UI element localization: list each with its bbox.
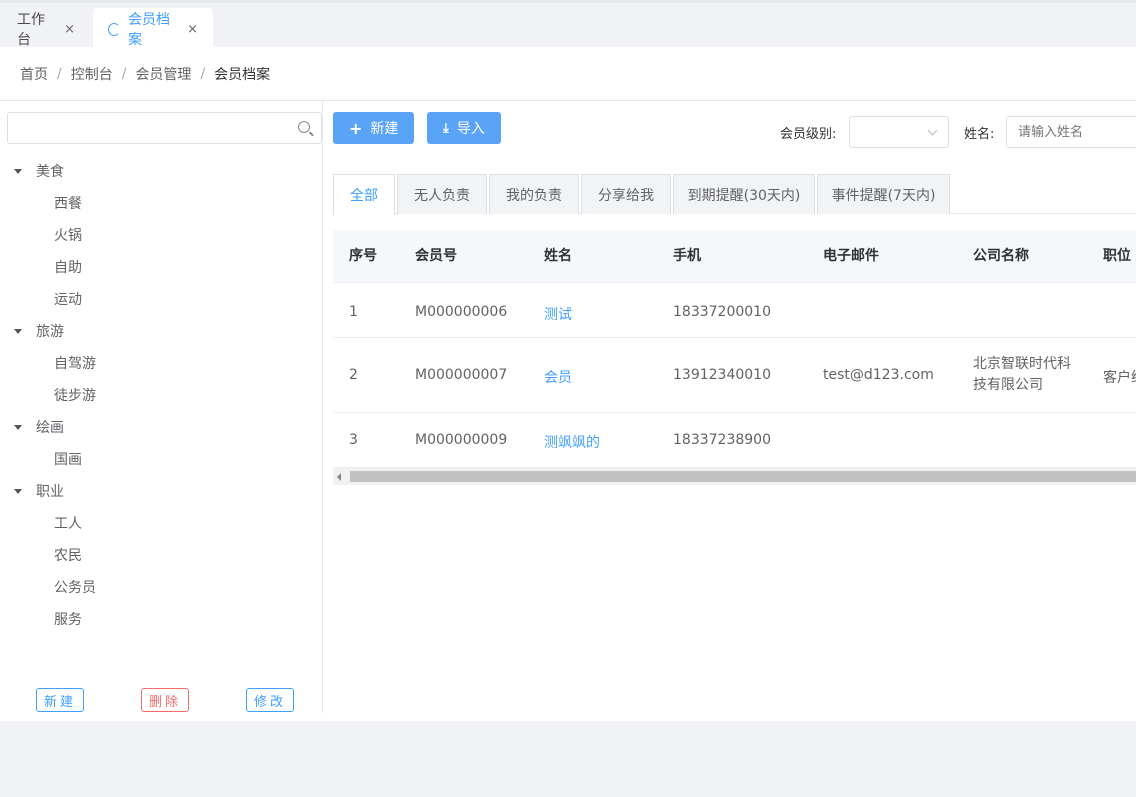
- cell-phone: 13912340010: [673, 367, 771, 383]
- tree-node-leaf[interactable]: 自助: [0, 251, 322, 283]
- tree-node-label: 绘画: [36, 420, 64, 436]
- column-header: 序号: [349, 248, 377, 264]
- cell-member-no: M000000009: [415, 432, 508, 448]
- new-member-button[interactable]: + 新建: [333, 112, 415, 144]
- tab-workbench[interactable]: 工作台 ×: [2, 8, 90, 50]
- button-label: 新建: [370, 121, 399, 137]
- main-panel: 美食西餐 火锅 自助 运动旅游自驾游 徒步游绘画国画职业工人 农民 公务员 服务 新建 删除 …: [0, 101, 1136, 721]
- horizontal-scrollbar[interactable]: [333, 468, 1136, 485]
- tree-node-leaf[interactable]: 运动: [0, 283, 322, 315]
- cell-member-no: M000000006: [415, 304, 508, 320]
- tab-label: 工作台: [17, 12, 45, 48]
- breadcrumb-current: 会员档案: [214, 66, 271, 83]
- cell-email: test@d123.com: [823, 367, 934, 383]
- breadcrumb-member-mgmt[interactable]: 会员管理: [135, 64, 191, 84]
- tab-event-reminder[interactable]: 事件提醒(7天内): [817, 174, 950, 214]
- cell-company: 北京智联时代科技有限公司: [973, 356, 1071, 393]
- cell-index: 3: [349, 432, 358, 448]
- cell-name-link[interactable]: 会员: [544, 367, 572, 387]
- tree-node-leaf[interactable]: 火锅: [0, 219, 322, 251]
- breadcrumb-separator: /: [200, 65, 206, 82]
- tree-edit-button[interactable]: 修改: [246, 688, 295, 712]
- tab-member-archive[interactable]: 会员档案 ×: [93, 8, 213, 50]
- tab-unassigned[interactable]: 无人负责: [397, 174, 487, 214]
- tab-all[interactable]: 全部: [333, 174, 395, 215]
- cell-member-no: M000000007: [415, 367, 508, 383]
- column-header: 电子邮件: [823, 248, 879, 264]
- filter-tabs: 全部 无人负责 我的负责 分享给我 到期提醒(30天内) 事件提醒(7天内): [333, 174, 1136, 215]
- breadcrumb-console[interactable]: 控制台: [71, 64, 113, 84]
- tab-expiry-reminder[interactable]: 到期提醒(30天内): [673, 174, 815, 214]
- breadcrumb: 首页 / 控制台 / 会员管理 / 会员档案: [0, 47, 1136, 101]
- tree-create-button[interactable]: 新建: [36, 688, 85, 712]
- tree-search-input[interactable]: [7, 112, 322, 144]
- caret-down-icon[interactable]: [14, 488, 22, 494]
- cell-index: 2: [349, 367, 358, 383]
- tree-node-leaf[interactable]: 工人: [0, 507, 322, 539]
- name-label: 姓名:: [964, 127, 995, 142]
- column-header: 会员号: [415, 248, 457, 264]
- member-table: 序号 会员号 姓名 手机 电子邮件 公司名称 职位 1 M000000006 测…: [333, 230, 1136, 485]
- download-icon: ⤓: [443, 120, 449, 136]
- table-row[interactable]: 3 M000000009 测飒飒的 18337238900: [333, 413, 1136, 468]
- tree-node-group[interactable]: 职业: [0, 475, 322, 507]
- cell-position: 客户经理: [1103, 370, 1136, 386]
- tab-bar: 工作台 × 会员档案 ×: [0, 0, 1136, 50]
- scroll-left-icon[interactable]: [337, 473, 341, 481]
- tree-node-group[interactable]: 绘画: [0, 411, 322, 443]
- table-header: 序号 会员号 姓名 手机 电子邮件 公司名称 职位: [333, 230, 1136, 283]
- caret-down-icon[interactable]: [14, 168, 22, 174]
- tree-node-group[interactable]: 美食: [0, 155, 322, 187]
- refresh-icon[interactable]: [108, 22, 121, 36]
- button-label: 导入: [456, 121, 485, 137]
- member-level-select[interactable]: [849, 116, 949, 148]
- plus-icon: +: [349, 118, 363, 138]
- cell-phone: 18337238900: [673, 432, 771, 448]
- tree-node-leaf[interactable]: 国画: [0, 443, 322, 475]
- column-header: 公司名称: [973, 248, 1029, 264]
- breadcrumb-home[interactable]: 首页: [20, 64, 48, 84]
- category-tree: 美食西餐 火锅 自助 运动旅游自驾游 徒步游绘画国画职业工人 农民 公务员 服务: [0, 155, 322, 635]
- import-button[interactable]: ⤓ 导入: [427, 112, 501, 144]
- caret-down-icon[interactable]: [14, 424, 22, 430]
- tree-node-leaf[interactable]: 西餐: [0, 187, 322, 219]
- tree-actions: 新建 删除 修改: [0, 688, 322, 712]
- search-icon[interactable]: [298, 121, 310, 133]
- tree-delete-button[interactable]: 删除: [141, 688, 190, 712]
- breadcrumb-separator: /: [57, 65, 62, 82]
- tab-shared-with-me[interactable]: 分享给我: [581, 174, 671, 214]
- category-tree-panel: 美食西餐 火锅 自助 运动旅游自驾游 徒步游绘画国画职业工人 农民 公务员 服务 新建 删除 …: [0, 101, 323, 713]
- tree-node-leaf[interactable]: 徒步游: [0, 379, 322, 411]
- breadcrumb-separator: /: [121, 65, 127, 82]
- column-header: 职位: [1103, 248, 1131, 264]
- close-icon[interactable]: ×: [64, 22, 75, 37]
- tree-node-label: 美食: [36, 164, 64, 180]
- tree-node-leaf[interactable]: 自驾游: [0, 347, 322, 379]
- tab-mine[interactable]: 我的负责: [489, 174, 579, 214]
- column-header: 手机: [673, 248, 701, 264]
- tab-label: 会员档案: [128, 12, 171, 48]
- scrollbar-thumb[interactable]: [350, 471, 1136, 482]
- cell-name-link[interactable]: 测飒飒的: [544, 432, 600, 452]
- name-search-input[interactable]: [1006, 116, 1136, 148]
- cell-phone: 18337200010: [673, 304, 771, 320]
- tree-node-leaf[interactable]: 农民: [0, 539, 322, 571]
- cell-index: 1: [349, 304, 358, 320]
- close-icon[interactable]: ×: [187, 22, 198, 37]
- table-row[interactable]: 2 M000000007 会员 13912340010 test@d123.co…: [333, 338, 1136, 413]
- tree-node-label: 职业: [36, 484, 64, 500]
- level-label: 会员级别:: [780, 127, 837, 142]
- tree-node-label: 旅游: [36, 324, 64, 340]
- tree-node-leaf[interactable]: 公务员: [0, 571, 322, 603]
- tree-node-leaf[interactable]: 服务: [0, 603, 322, 635]
- caret-down-icon[interactable]: [14, 328, 22, 334]
- chevron-down-icon: [927, 125, 938, 136]
- tree-node-group[interactable]: 旅游: [0, 315, 322, 347]
- table-row[interactable]: 1 M000000006 测试 18337200010: [333, 283, 1136, 338]
- cell-name-link[interactable]: 测试: [544, 304, 572, 324]
- column-header: 姓名: [544, 248, 572, 264]
